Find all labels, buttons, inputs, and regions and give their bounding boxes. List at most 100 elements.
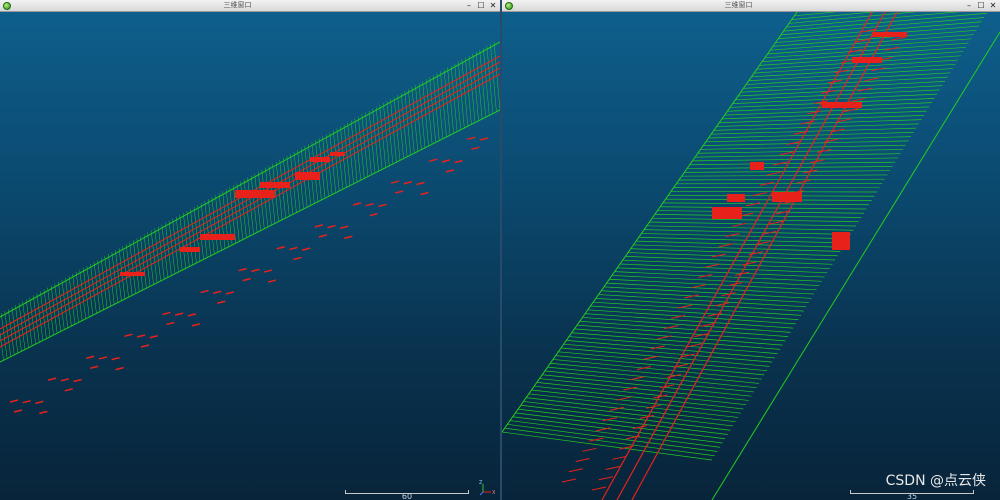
mesh-line	[507, 424, 718, 452]
crosswalk-line	[691, 284, 706, 289]
marking-block	[310, 157, 330, 162]
lane-line	[0, 73, 500, 348]
ground-marking	[276, 246, 285, 250]
marking-block	[295, 172, 320, 180]
mesh-line	[318, 138, 326, 199]
minimize-button[interactable]: –	[464, 1, 474, 11]
left-3d-window: 三维窗口 – ☐ ✕ 60 Z X	[0, 0, 500, 500]
ground-marking	[318, 234, 328, 238]
mesh-line	[652, 217, 859, 223]
mesh-line	[258, 171, 265, 229]
crosswalk-line	[891, 36, 907, 41]
mesh-line	[47, 287, 54, 336]
ground-marking	[344, 235, 353, 239]
ground-marking	[238, 267, 247, 272]
minimize-button[interactable]: –	[964, 1, 974, 11]
mesh-line	[4, 311, 11, 357]
ground-marking	[86, 355, 95, 359]
mesh-line	[695, 153, 901, 158]
app-icon	[505, 1, 513, 10]
ground-marking	[416, 181, 425, 186]
mesh-line	[614, 271, 822, 282]
mesh-line	[22, 301, 29, 348]
ground-marking	[162, 311, 171, 316]
mesh-line	[250, 175, 258, 233]
mesh-line	[700, 144, 906, 150]
left-window-title: 三维窗口	[223, 1, 252, 9]
mesh-line	[547, 366, 757, 389]
crosswalk-line	[575, 458, 590, 463]
ground-marking	[166, 321, 175, 326]
maximize-button[interactable]: ☐	[476, 1, 486, 11]
mesh-line	[340, 126, 347, 188]
crosswalk-line	[766, 171, 781, 176]
mesh-line	[721, 110, 927, 120]
close-button[interactable]: ✕	[988, 1, 998, 11]
ground-marking	[217, 300, 226, 304]
axis-z-label: Z	[479, 480, 483, 486]
mesh-line	[649, 221, 857, 227]
ground-marking	[200, 289, 209, 294]
mesh-line	[633, 244, 841, 252]
ground-marking	[90, 365, 99, 369]
mesh-edge	[502, 12, 798, 433]
mesh-line	[368, 110, 376, 174]
marking-block	[832, 232, 850, 250]
left-point-cloud-render	[0, 41, 500, 415]
marking-block	[330, 152, 345, 156]
mesh-line	[50, 285, 58, 334]
crosswalk-line	[850, 97, 866, 102]
crosswalk-line	[568, 468, 583, 473]
maximize-button[interactable]: ☐	[976, 1, 986, 11]
mesh-line	[692, 157, 898, 162]
ground-marking	[293, 256, 302, 261]
mesh-line	[0, 331, 4, 361]
mesh-line	[713, 123, 919, 131]
ground-marking	[149, 335, 158, 339]
axis-gizmo-icon: Z X	[478, 480, 496, 496]
mesh-line	[379, 104, 386, 168]
ground-marking	[174, 312, 184, 316]
marking-block	[180, 247, 200, 252]
ground-marking	[327, 224, 336, 229]
mesh-line	[311, 142, 319, 202]
ground-marking	[403, 181, 412, 185]
mesh-line	[33, 295, 40, 343]
crosswalk-line	[705, 263, 720, 268]
crosswalk-line	[827, 79, 843, 84]
close-button[interactable]: ✕	[488, 1, 498, 11]
ground-marking	[242, 277, 251, 282]
crosswalk-line	[796, 179, 811, 184]
lane-line	[631, 12, 898, 500]
mesh-line	[502, 431, 713, 461]
marking-block	[200, 234, 235, 240]
ground-marking	[479, 137, 489, 141]
ground-marking	[251, 268, 260, 273]
mesh-line	[646, 225, 854, 231]
mesh-line	[697, 149, 904, 154]
mesh-line	[536, 382, 747, 406]
crosswalk-line	[591, 486, 607, 491]
left-3d-viewport[interactable]: 60 Z X	[0, 12, 500, 500]
crosswalk-line	[718, 243, 733, 248]
mesh-line	[534, 385, 744, 410]
right-window-titlebar[interactable]: 三维窗口 – ☐ ✕	[502, 0, 1000, 12]
mesh-line	[579, 320, 788, 337]
ground-marking	[191, 323, 201, 327]
mesh-line	[681, 174, 888, 177]
mesh-line	[619, 263, 828, 274]
crosswalk-line	[864, 77, 879, 82]
mesh-line	[644, 229, 851, 235]
left-window-titlebar[interactable]: 三维窗口 – ☐ ✕	[0, 0, 500, 12]
mesh-line	[628, 252, 836, 261]
mesh-line	[254, 173, 261, 231]
marking-block	[772, 192, 802, 202]
ground-marking	[136, 334, 146, 338]
mesh-line	[275, 161, 283, 220]
right-3d-viewport[interactable]: 35 CSDN @点云侠	[502, 12, 1000, 500]
ground-marking	[263, 269, 273, 273]
mesh-line	[783, 12, 987, 32]
ground-marking	[39, 410, 48, 415]
ground-marking	[471, 146, 480, 151]
crosswalk-line	[823, 138, 838, 143]
